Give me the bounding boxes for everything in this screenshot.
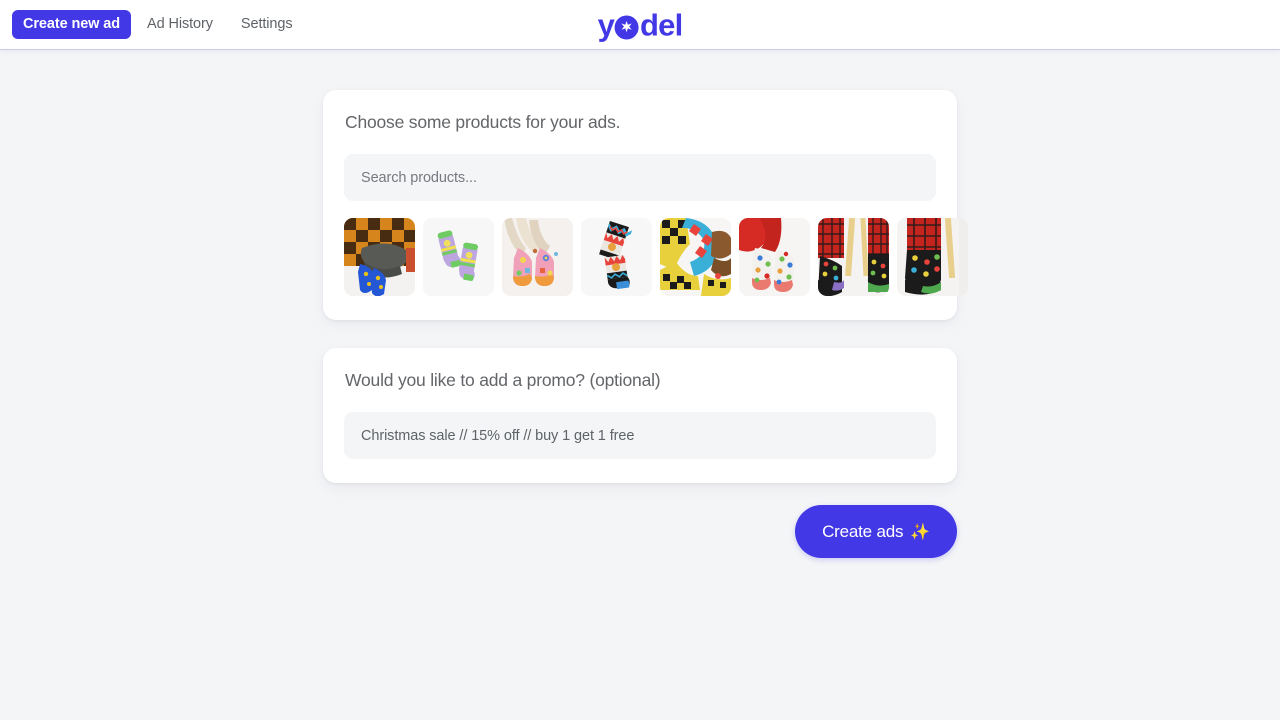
logo-text-before: y (597, 7, 615, 42)
logo-o-letter (615, 15, 640, 40)
product-thumbnail-6[interactable] (739, 218, 810, 296)
search-input[interactable] (344, 154, 936, 201)
page-body: Choose some products for your ads. Searc… (0, 50, 1280, 720)
product-thumbnail-7[interactable] (818, 218, 889, 296)
product-thumbnail-3[interactable] (502, 218, 573, 296)
product-thumbnail-1[interactable] (344, 218, 415, 296)
nav-link-ad-history[interactable]: Ad History (135, 10, 225, 39)
promo-input[interactable] (344, 412, 936, 459)
nav-link-settings[interactable]: Settings (229, 10, 305, 39)
sparkle-icon (621, 20, 633, 33)
sparkles-icon: ✨ (910, 523, 930, 541)
product-thumbnail-2[interactable] (423, 218, 494, 296)
create-ads-button[interactable]: Create ads ✨ (795, 505, 957, 558)
product-thumbnail-5[interactable] (660, 218, 731, 296)
create-ads-label: Create ads (822, 521, 904, 541)
products-card: Choose some products for your ads. (323, 90, 968, 320)
content-container: Choose some products for your ads. Searc… (323, 90, 968, 558)
product-thumbnail-strip (344, 218, 968, 296)
products-card-title: Choose some products for your ads. (345, 112, 621, 132)
promo-card-title: Would you like to add a promo? (optional… (345, 370, 661, 390)
app-header: Create new ad Ad History Settings y del (0, 0, 1280, 50)
promo-card: Would you like to add a promo? (optional… (323, 348, 957, 483)
actions-row: Create ads ✨ (323, 505, 957, 558)
product-thumbnail-8[interactable] (897, 218, 968, 296)
create-new-ad-button[interactable]: Create new ad (12, 9, 132, 40)
main-nav: Create new ad Ad History Settings (12, 9, 305, 40)
logo-text-after: del (640, 7, 683, 42)
product-thumbnail-4[interactable] (581, 218, 652, 296)
yodel-logo[interactable]: y del (597, 7, 684, 42)
